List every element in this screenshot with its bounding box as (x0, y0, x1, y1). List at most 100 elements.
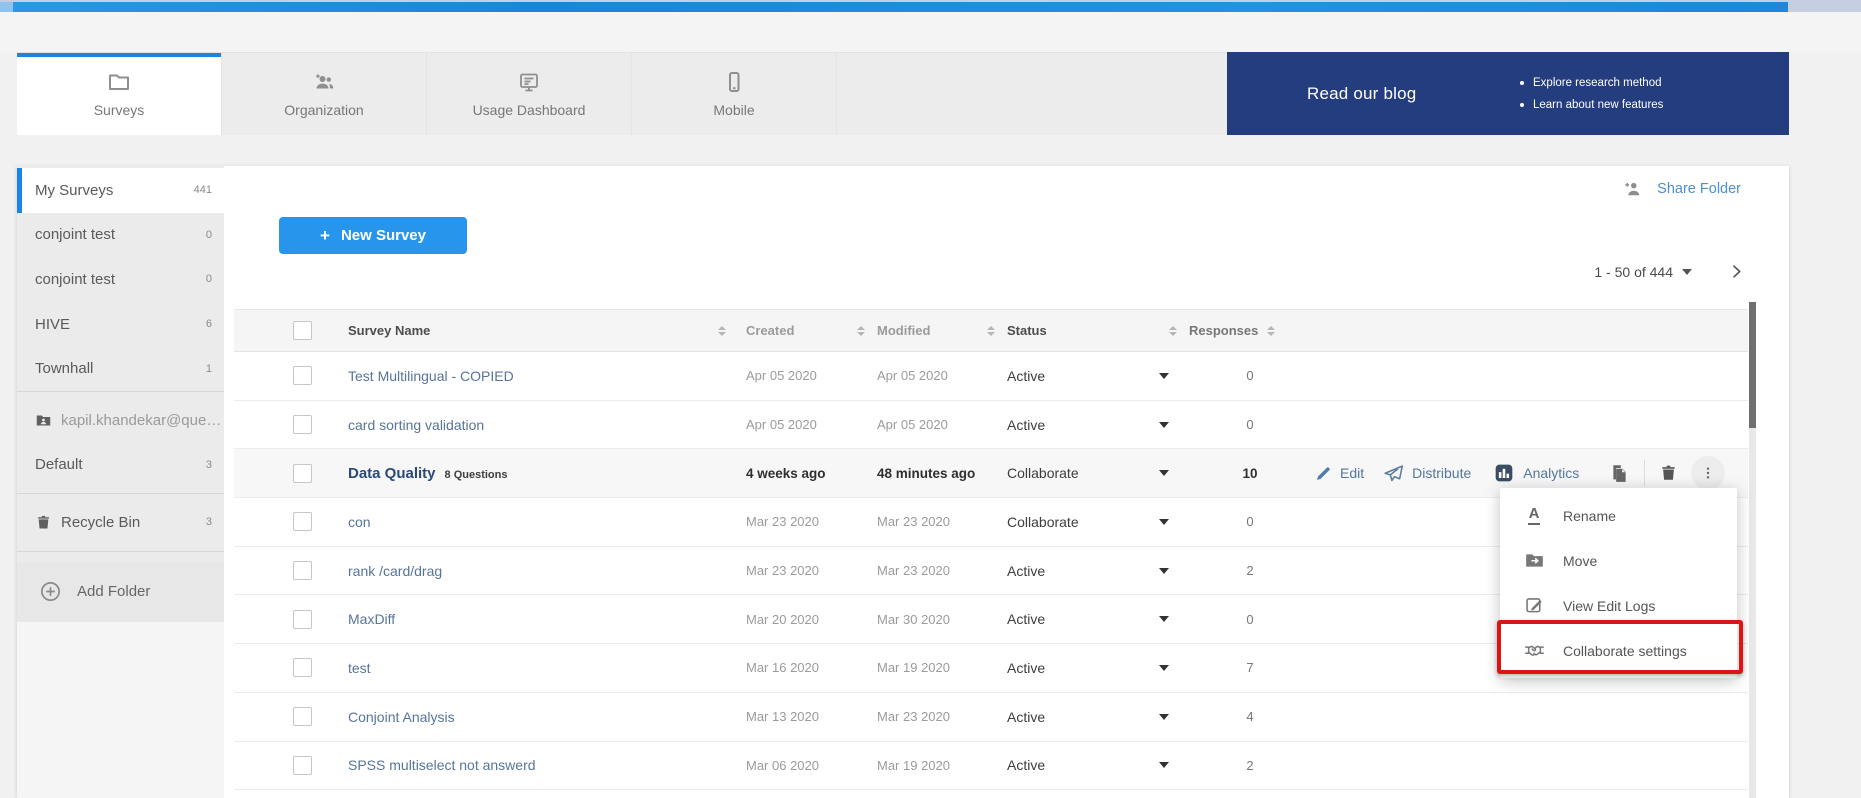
tab-label: Usage Dashboard (473, 102, 586, 118)
tab-usage-dashboard[interactable]: Usage Dashboard (427, 53, 632, 135)
created-cell: Apr 05 2020 (746, 368, 877, 383)
distribute-button[interactable]: Distribute (1383, 463, 1471, 484)
sort-icon[interactable] (1267, 326, 1275, 336)
share-folder-button[interactable]: Share Folder (1621, 179, 1741, 199)
status-caret-icon[interactable] (1159, 665, 1169, 671)
table-scrollbar[interactable] (1749, 302, 1756, 798)
banner-bullet[interactable]: Explore research method (1520, 77, 1663, 89)
tab-label: Organization (284, 102, 363, 118)
pagination-caret-icon[interactable] (1682, 269, 1692, 275)
menu-item-move[interactable]: Move (1500, 538, 1737, 583)
status-caret-icon[interactable] (1159, 762, 1169, 768)
sort-icon[interactable] (857, 326, 865, 336)
next-page-button[interactable] (1728, 263, 1745, 280)
responses-cell: 2 (1185, 563, 1315, 578)
row-checkbox-cell (234, 415, 348, 434)
scrollbar-thumb[interactable] (1749, 302, 1756, 428)
sidebar-item-conjoint-test[interactable]: conjoint test 0 (17, 257, 224, 302)
row-checkbox[interactable] (293, 366, 312, 385)
top-accent-bar (0, 2, 1788, 12)
copy-survey-button[interactable] (1609, 463, 1630, 484)
sidebar-item-kapil-khandekar-que[interactable]: kapil.khandekar@que… (17, 398, 224, 443)
sidebar-groups: My Surveys 441 conjoint test 0 conjoint … (17, 166, 224, 562)
survey-name-link[interactable]: card sorting validation (348, 417, 484, 433)
row-checkbox[interactable] (293, 561, 312, 580)
tab-surveys[interactable]: Surveys (17, 53, 222, 135)
survey-name-link[interactable]: rank /card/drag (348, 563, 442, 579)
menu-item-rename[interactable]: A Rename (1500, 493, 1737, 538)
modified-cell: Mar 23 2020 (877, 563, 1007, 578)
sidebar-item-default[interactable]: Default 3 (17, 443, 224, 488)
status-cell: Active (1007, 611, 1185, 627)
add-folder-button[interactable]: Add Folder (17, 562, 224, 622)
sort-icon[interactable] (718, 326, 726, 336)
more-options-button[interactable] (1691, 456, 1725, 490)
column-header-status[interactable]: Status (1007, 323, 1047, 338)
add-folder-label: Add Folder (77, 583, 150, 600)
sidebar-item-recycle-bin[interactable]: Recycle Bin 3 (17, 500, 224, 545)
column-header-modified[interactable]: Modified (877, 323, 930, 338)
row-checkbox[interactable] (293, 658, 312, 677)
status-caret-icon[interactable] (1159, 616, 1169, 622)
select-all-checkbox[interactable] (293, 321, 312, 340)
survey-name-link[interactable]: Data Quality (348, 465, 436, 482)
menu-item-collaborate-settings[interactable]: Collaborate settings (1500, 628, 1737, 673)
modified-cell: Mar 19 2020 (877, 758, 1007, 773)
folder-item-label: Recycle Bin (61, 514, 140, 531)
tab-mobile[interactable]: Mobile (632, 53, 837, 135)
delete-survey-button[interactable] (1659, 463, 1678, 483)
column-header-created[interactable]: Created (746, 323, 794, 338)
sidebar-item-townhall[interactable]: Townhall 1 (17, 346, 224, 391)
move-icon (1522, 550, 1546, 571)
sidebar-item-conjoint-test[interactable]: conjoint test 0 (17, 213, 224, 258)
folder-item-label: Townhall (35, 360, 93, 377)
tab-organization[interactable]: Organization (222, 53, 427, 135)
modified-cell: Mar 23 2020 (877, 514, 1007, 529)
survey-name-link[interactable]: test (348, 660, 371, 676)
sidebar-group: kapil.khandekar@que… Default 3 (17, 392, 224, 494)
row-actions: Edit Distribute Analytics (1315, 456, 1748, 490)
status-caret-icon[interactable] (1159, 373, 1169, 379)
survey-name-link[interactable]: Test Multilingual - COPIED (348, 368, 514, 384)
shared-folder-icon (35, 412, 52, 429)
tab-icon (517, 70, 541, 94)
menu-item-label: Rename (1563, 508, 1616, 524)
banner-bullet[interactable]: Learn about new features (1520, 99, 1663, 111)
row-checkbox[interactable] (293, 707, 312, 726)
folder-item-count: 3 (206, 516, 212, 528)
row-checkbox[interactable] (293, 512, 312, 531)
row-checkbox-cell (234, 561, 348, 580)
row-checkbox[interactable] (293, 610, 312, 629)
actions-divider (1644, 460, 1645, 486)
status-caret-icon[interactable] (1159, 714, 1169, 720)
status-caret-icon[interactable] (1159, 470, 1169, 476)
created-cell: Mar 16 2020 (746, 660, 877, 675)
row-checkbox[interactable] (293, 756, 312, 775)
sidebar-item-hive[interactable]: HIVE 6 (17, 302, 224, 347)
status-caret-icon[interactable] (1159, 422, 1169, 428)
edit-logs-icon (1522, 595, 1546, 616)
pagination-range[interactable]: 1 - 50 of 444 (1594, 264, 1673, 280)
edit-button[interactable]: Edit (1315, 465, 1364, 482)
menu-item-view-edit-logs[interactable]: View Edit Logs (1500, 583, 1737, 628)
sidebar-item-my-surveys[interactable]: My Surveys 441 (17, 168, 224, 213)
survey-name-link[interactable]: con (348, 514, 371, 530)
analytics-button[interactable]: Analytics (1494, 463, 1579, 483)
sort-icon[interactable] (987, 326, 995, 336)
sidebar-spacer (17, 552, 224, 562)
row-checkbox[interactable] (293, 464, 312, 483)
row-checkbox[interactable] (293, 415, 312, 434)
status-label: Collaborate (1007, 465, 1079, 481)
table-row: Test Multilingual - COPIED Apr 05 2020 A… (234, 352, 1748, 401)
status-caret-icon[interactable] (1159, 568, 1169, 574)
read-our-blog-link[interactable]: Read our blog (1307, 52, 1416, 135)
status-caret-icon[interactable] (1159, 519, 1169, 525)
new-survey-button[interactable]: + New Survey (279, 217, 467, 254)
created-cell: 4 weeks ago (746, 466, 877, 481)
survey-name-link[interactable]: MaxDiff (348, 611, 395, 627)
sort-icon[interactable] (1169, 326, 1177, 336)
survey-name-link[interactable]: SPSS multiselect not answerd (348, 757, 536, 773)
survey-name-link[interactable]: Conjoint Analysis (348, 709, 455, 725)
column-header-responses[interactable]: Responses (1189, 323, 1258, 338)
column-header-survey-name[interactable]: Survey Name (348, 323, 430, 338)
